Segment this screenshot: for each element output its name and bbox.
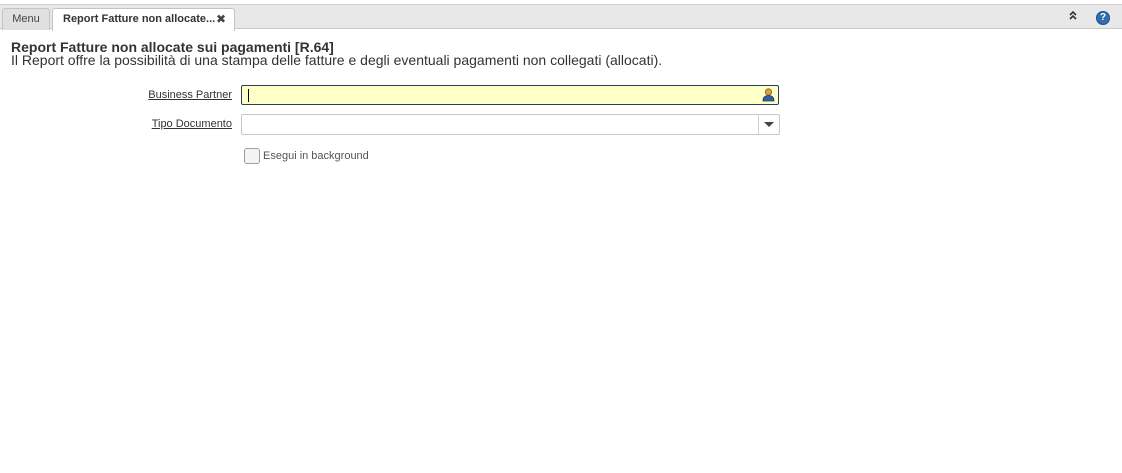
chevron-double-up-glyph bbox=[1069, 10, 1077, 20]
dropdown-button[interactable] bbox=[758, 115, 779, 134]
chevron-down-icon bbox=[764, 122, 774, 127]
tab-menu[interactable]: Menu bbox=[2, 8, 50, 30]
tab-bar: Menu Report Fatture non allocate... ✖ ? bbox=[0, 4, 1122, 31]
chevron-double-up-icon[interactable] bbox=[1066, 10, 1080, 24]
tipo-documento-label[interactable]: Tipo Documento bbox=[152, 118, 232, 130]
background-checkbox-label[interactable]: Esegui in background bbox=[263, 150, 369, 162]
business-partner-lookup-icon[interactable] bbox=[762, 88, 775, 102]
tab-report-label: Report Fatture non allocate... bbox=[63, 13, 216, 25]
business-partner-label[interactable]: Business Partner bbox=[148, 89, 232, 101]
tab-menu-label: Menu bbox=[12, 13, 40, 25]
help-icon[interactable]: ? bbox=[1096, 11, 1110, 25]
background-checkbox[interactable] bbox=[244, 148, 260, 164]
close-icon[interactable]: ✖ bbox=[216, 9, 226, 29]
tipo-documento-select[interactable] bbox=[241, 114, 780, 135]
tab-report[interactable]: Report Fatture non allocate... ✖ bbox=[52, 8, 235, 31]
business-partner-field[interactable] bbox=[241, 85, 779, 105]
text-caret bbox=[248, 89, 249, 102]
page-description: Il Report offre la possibilità di una st… bbox=[11, 52, 663, 68]
